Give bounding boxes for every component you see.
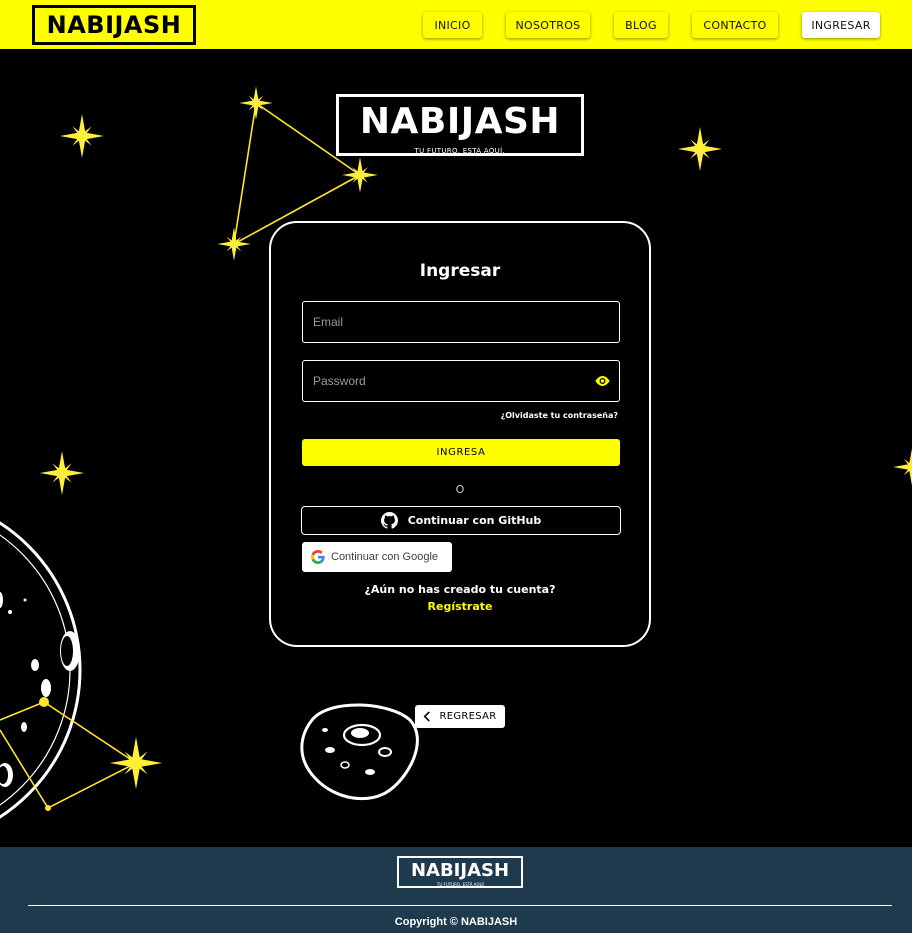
register-link[interactable]: Regístrate — [271, 600, 649, 613]
no-account-text: ¿Aún no has creado tu cuenta? — [364, 583, 556, 596]
footer-logo-tagline: TU FUTURO, ESTÁ AQUÍ. — [436, 882, 485, 887]
forgot-password-link[interactable]: ¿Olvidaste tu contraseña? — [501, 411, 618, 420]
or-separator: O — [455, 483, 465, 496]
nav-item-contacto[interactable]: CONTACTO — [692, 12, 778, 38]
login-submit-button[interactable]: INGRESA — [302, 439, 620, 466]
nav-item-blog[interactable]: BLOG — [614, 12, 668, 38]
password-field-wrapper — [302, 360, 620, 402]
star-icon — [893, 448, 912, 486]
footer: NABIJASH TU FUTURO, ESTÁ AQUÍ. Copyright… — [0, 847, 912, 933]
back-button-label: REGRESAR — [439, 711, 497, 722]
footer-divider — [28, 905, 892, 906]
google-login-button[interactable]: Continuar con Google — [302, 542, 452, 572]
copyright-text: Copyright © NABIJASH — [394, 916, 518, 928]
eye-icon[interactable] — [594, 374, 611, 388]
hero-logo: NABIJASH TU FUTURO, ESTÁ AQUÍ. — [336, 94, 584, 156]
footer-logo[interactable]: NABIJASH TU FUTURO, ESTÁ AQUÍ. — [397, 856, 523, 888]
login-card: Ingresar ¿Olvidaste tu contraseña? INGRE… — [269, 221, 651, 647]
nav-item-inicio[interactable]: INICIO — [423, 12, 482, 38]
github-button-label: Continuar con GitHub — [407, 514, 542, 527]
top-navbar: NABIJASH INICIO NOSOTROS BLOG CONTACTO I… — [0, 0, 912, 49]
github-icon — [380, 512, 398, 529]
star-icon — [677, 126, 723, 172]
back-button[interactable]: REGRESAR — [415, 705, 505, 728]
footer-logo-name: NABIJASH — [410, 860, 510, 881]
star-icon — [59, 113, 105, 159]
hero-logo-name: NABIJASH — [359, 101, 561, 142]
google-icon — [311, 550, 325, 564]
email-field-wrapper — [302, 301, 620, 343]
password-input[interactable] — [303, 361, 619, 401]
hero-logo-tagline: TU FUTURO, ESTÁ AQUÍ. — [414, 147, 505, 155]
login-title: Ingresar — [419, 261, 501, 281]
planet-illustration — [0, 521, 163, 819]
google-button-label: Continuar con Google — [331, 551, 439, 563]
nav-item-ingresar[interactable]: INGRESAR — [802, 12, 880, 38]
chevron-left-icon — [424, 711, 431, 722]
asteroid-illustration — [300, 703, 419, 801]
nav-logo[interactable]: NABIJASH — [32, 5, 196, 45]
star-icon — [39, 450, 85, 496]
nav-item-nosotros[interactable]: NOSOTROS — [506, 12, 590, 38]
email-input[interactable] — [303, 302, 619, 342]
github-login-button[interactable]: Continuar con GitHub — [301, 506, 621, 535]
